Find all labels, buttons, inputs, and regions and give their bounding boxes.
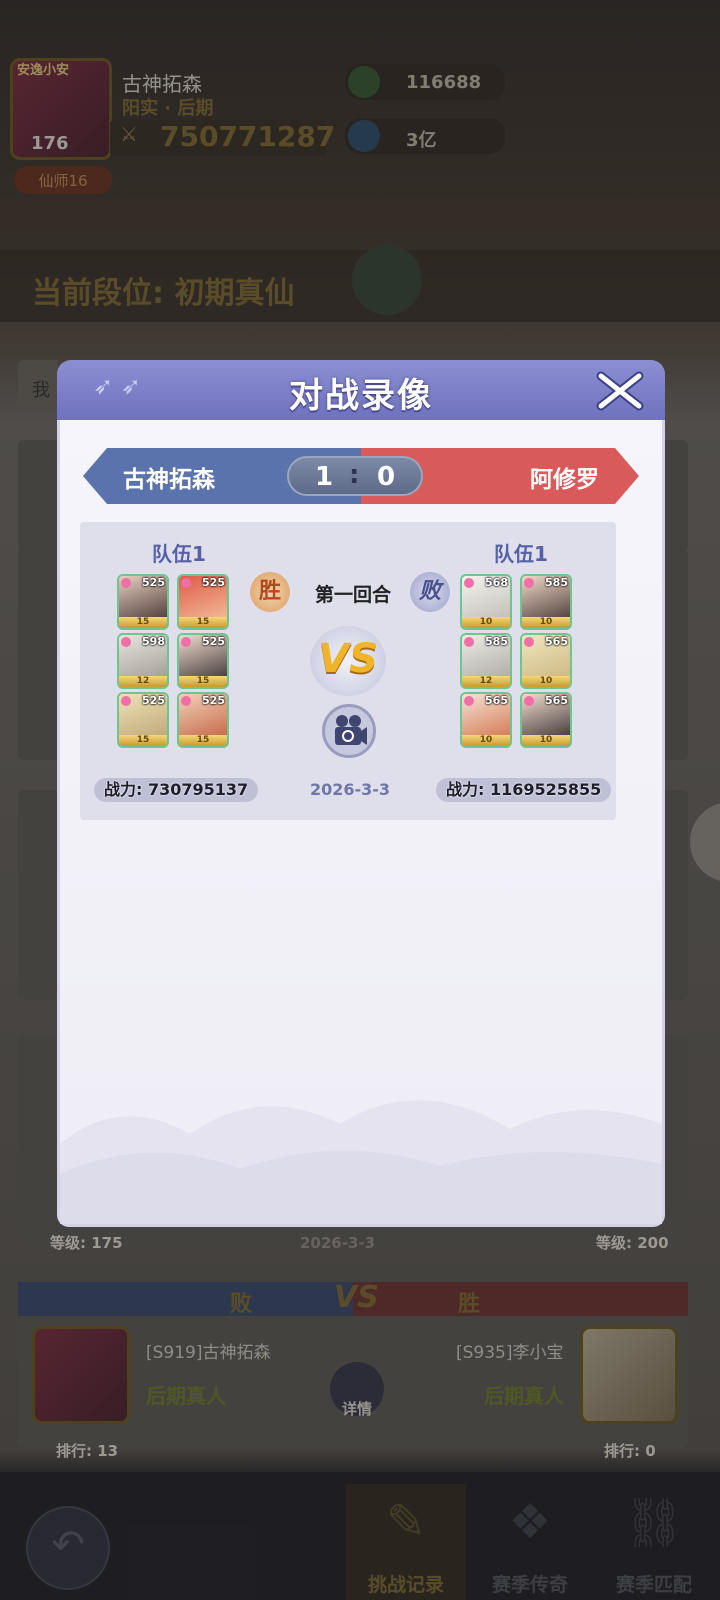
score-right: 0	[377, 462, 396, 492]
hero-portrait[interactable]: 598 12	[117, 633, 169, 689]
hero-star-rank: 10	[462, 617, 510, 628]
hero-star-rank: 15	[119, 735, 167, 746]
vs-icon: VS	[318, 636, 378, 682]
hero-star-rank: 12	[119, 676, 167, 687]
hero-level: 525	[202, 635, 225, 648]
vs-emblem: VS	[310, 626, 386, 696]
dialog-header: ➶ ➶ 对战录像	[57, 360, 665, 420]
lose-badge: 败	[410, 572, 450, 612]
hero-level: 568	[485, 576, 508, 589]
hero-level: 598	[142, 635, 165, 648]
hero-portrait[interactable]: 568 10	[460, 574, 512, 630]
score-display: 1 : 0	[287, 456, 423, 496]
mountain-mist-decoration	[60, 1100, 662, 1224]
video-camera-icon	[335, 715, 367, 745]
hero-level: 525	[202, 694, 225, 707]
hero-star-rank: 15	[179, 676, 227, 687]
hero-portrait[interactable]: 565 10	[520, 692, 572, 748]
hero-star-rank: 10	[522, 735, 570, 746]
battle-replay-dialog: ➶ ➶ 对战录像 古神拓森 阿修罗 1 : 0 队伍1 队伍1 525 15 525…	[57, 360, 665, 1227]
hero-portrait[interactable]: 585 12	[460, 633, 512, 689]
right-player-name: 阿修罗	[530, 467, 599, 493]
right-team-label: 队伍1	[494, 542, 548, 566]
element-icon	[181, 637, 191, 647]
element-icon	[464, 637, 474, 647]
score-separator: :	[349, 460, 360, 490]
left-team-label: 队伍1	[152, 542, 206, 566]
element-icon	[181, 696, 191, 706]
element-icon	[181, 578, 191, 588]
left-team-power: 战力: 730795137	[94, 778, 259, 802]
score-banner: 古神拓森 阿修罗 1 : 0	[83, 448, 639, 504]
round-label: 第一回合	[314, 584, 391, 606]
play-replay-button[interactable]	[322, 704, 376, 758]
close-icon	[596, 371, 644, 411]
element-icon	[464, 578, 474, 588]
hero-portrait[interactable]: 585 10	[520, 574, 572, 630]
hero-star-rank: 12	[462, 676, 510, 687]
close-button[interactable]	[595, 370, 645, 412]
element-icon	[121, 637, 131, 647]
hero-level: 525	[202, 576, 225, 589]
hero-star-rank: 15	[179, 735, 227, 746]
hero-portrait[interactable]: 525 15	[177, 633, 229, 689]
element-icon	[524, 696, 534, 706]
element-icon	[464, 696, 474, 706]
hero-portrait[interactable]: 565 10	[520, 633, 572, 689]
hero-level: 565	[485, 694, 508, 707]
hero-portrait[interactable]: 565 10	[460, 692, 512, 748]
hero-level: 525	[142, 576, 165, 589]
element-icon	[121, 696, 131, 706]
hero-level: 525	[142, 694, 165, 707]
match-record-card[interactable]: 队伍1 队伍1 525 15 525 15 598 12 525 15 525 15 525 15 5…	[80, 522, 616, 820]
hero-star-rank: 15	[179, 617, 227, 628]
element-icon	[524, 578, 534, 588]
right-team-power: 战力: 1169525855	[436, 778, 612, 802]
hero-star-rank: 10	[522, 676, 570, 687]
hero-portrait[interactable]: 525 15	[177, 574, 229, 630]
hero-portrait[interactable]: 525 15	[117, 574, 169, 630]
match-date: 2026-3-3	[309, 780, 391, 799]
hero-portrait[interactable]: 525 15	[117, 692, 169, 748]
element-icon	[121, 578, 131, 588]
element-icon	[524, 637, 534, 647]
hero-level: 565	[545, 694, 568, 707]
hero-portrait[interactable]: 525 15	[177, 692, 229, 748]
hero-level: 565	[545, 635, 568, 648]
hero-star-rank: 15	[119, 617, 167, 628]
hero-level: 585	[545, 576, 568, 589]
dialog-title: 对战录像	[289, 376, 433, 416]
hero-level: 585	[485, 635, 508, 648]
win-badge: 胜	[250, 572, 290, 612]
score-left: 1	[315, 462, 334, 492]
hero-star-rank: 10	[522, 617, 570, 628]
left-player-name: 古神拓森	[123, 467, 215, 493]
hero-star-rank: 10	[462, 735, 510, 746]
